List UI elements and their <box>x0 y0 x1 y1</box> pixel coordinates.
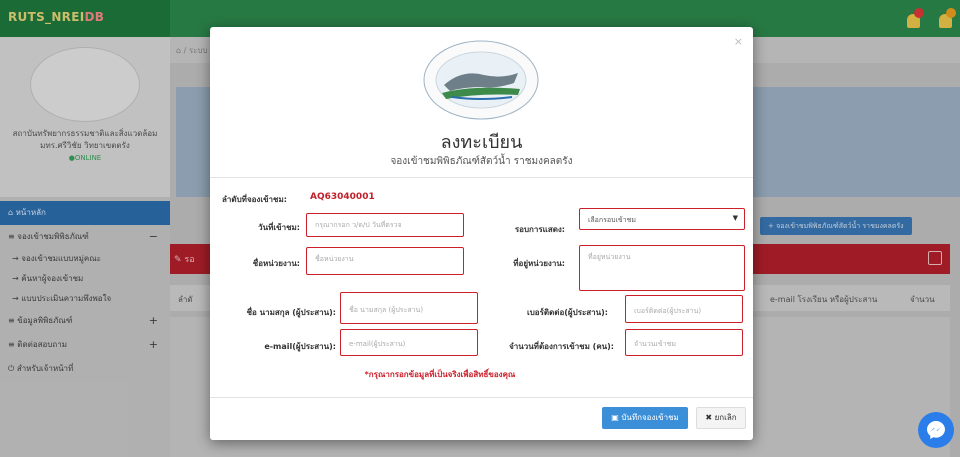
modal-subtitle: จองเข้าชมพิพิธภัณฑ์สัตว์น้ำ ราชมงคลตรัง <box>390 156 573 167</box>
form-note: *กรุณากรอกข้อมูลที่เป็นจริงเพื่อสิทธิ์ขอ… <box>364 370 516 379</box>
divider <box>210 177 753 178</box>
show-round-select[interactable]: เลือกรอบเข้าชม ▼ <box>579 208 745 230</box>
coordinator-phone-input[interactable]: เบอร์ติดต่อ(ผู้ประสาน) <box>625 295 743 323</box>
save-booking-button[interactable]: ▣ บันทึกจองเข้าชม <box>602 407 688 429</box>
show-round-label: รอบการแสดง: <box>514 225 565 234</box>
coordinator-name-input[interactable]: ชื่อ นามสกุล (ผู้ประสาน) <box>340 292 478 324</box>
visit-date-label: วันที่เข้าชม: <box>258 223 300 232</box>
coordinator-email-label: e-mail(ผู้ประสาน): <box>264 342 336 351</box>
close-icon: ✖ <box>705 413 715 422</box>
visit-date-input[interactable]: กรุณากรอก ว/ด/ป วันที่ตรวจ <box>306 213 464 237</box>
chevron-down-icon: ▼ <box>732 214 738 222</box>
cancel-button[interactable]: ✖ ยกเลิก <box>696 407 746 429</box>
visitor-count-label: จำนวนที่ต้องการเข้าชม (คน): <box>509 342 614 351</box>
org-address-textarea[interactable]: ที่อยู่หน่วยงาน <box>579 245 745 291</box>
visitor-count-input[interactable]: จำนวนเข้าชม <box>625 329 743 356</box>
divider <box>210 397 753 398</box>
booking-number-value: AQ63040001 <box>310 192 375 202</box>
org-name-input[interactable]: ชื่อหน่วยงาน <box>306 247 464 275</box>
save-icon: ▣ <box>611 413 622 422</box>
modal-title: ลงทะเบียน <box>440 132 523 153</box>
coordinator-phone-label: เบอร์ติดต่อ(ผู้ประสาน): <box>526 308 608 317</box>
messenger-chat-icon[interactable] <box>918 412 954 448</box>
coordinator-email-input[interactable]: e-mail(ผู้ประสาน) <box>340 329 478 356</box>
close-icon[interactable]: × <box>734 35 743 48</box>
registration-modal: × ลงทะเบียน จองเข้าชมพิพิธภัณฑ์สัตว์น้ำ … <box>210 27 753 440</box>
coordinator-name-label: ชื่อ นามสกุล (ผู้ประสาน): <box>246 308 336 317</box>
institute-seal-logo <box>423 40 539 120</box>
org-name-label: ชื่อหน่วยงาน: <box>252 259 300 268</box>
org-address-label: ที่อยู่หน่วยงาน: <box>513 259 565 268</box>
booking-number-label: ลำดับที่จองเข้าชม: <box>222 195 287 204</box>
